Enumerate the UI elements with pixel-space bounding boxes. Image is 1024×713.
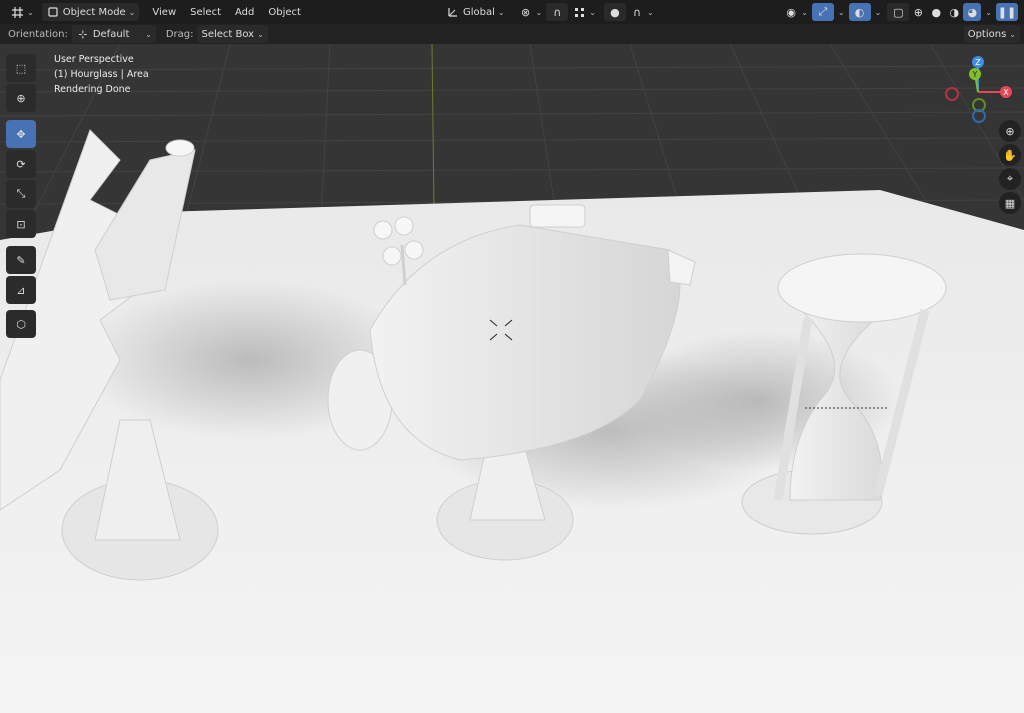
falloff-curve-icon: ∩ [632, 5, 641, 19]
add-cube-icon: ⬡ [16, 317, 26, 331]
shading-chevron-icon[interactable]: ⌄ [985, 8, 992, 17]
y-axis-label: Y [972, 70, 978, 79]
snap-toggle[interactable]: ∩ [546, 3, 569, 21]
move-icon: ✥ [16, 127, 26, 141]
shading-wireframe[interactable]: ⊕ [909, 3, 927, 21]
shading-material[interactable]: ◑ [945, 3, 963, 21]
chevron-down-icon: ⌄ [257, 29, 264, 39]
options-label: Options [967, 28, 1007, 40]
render-status-text: Rendering Done [54, 84, 131, 95]
orientation-default-icon: ⊹ [78, 27, 88, 41]
editor-type-button[interactable]: ⌄ [6, 3, 38, 21]
solid-shading-icon: ● [931, 5, 942, 19]
xray-toggle[interactable]: ▢ [887, 3, 910, 21]
menu-view[interactable]: View [145, 7, 183, 18]
pivot-point-button[interactable]: ⊗ ⌄ [515, 3, 547, 21]
tool-settings-bar: Orientation: ⊹ Default ⌄ Drag: Select Bo… [0, 24, 1024, 44]
measure-icon: ⊿ [16, 283, 26, 297]
viewport-info: User Perspective (1) Hourglass | Area Re… [54, 52, 149, 97]
tool-shelf: ⬚ ⊕ ✥ ⟳ ⤡ ⊡ ✎ ⊿ ⬡ [6, 52, 40, 340]
chevron-down-icon: ⌄ [27, 7, 34, 17]
tool-rotate[interactable]: ⟳ [6, 150, 36, 178]
orientation-icon [446, 5, 460, 19]
tool-scale[interactable]: ⤡ [6, 180, 36, 208]
menu-select[interactable]: Select [183, 7, 228, 18]
orientation-setting-dropdown[interactable]: ⊹ Default ⌄ [71, 25, 156, 43]
chevron-down-icon: ⌄ [145, 29, 152, 39]
viewport-header: ⌄ Object Mode ⌄ View Select Add Object G… [0, 0, 1024, 24]
material-shading-icon: ◑ [949, 5, 960, 19]
tool-move[interactable]: ✥ [6, 120, 36, 148]
orientation-label: Global [462, 6, 495, 18]
tool-add-cube[interactable]: ⬡ [6, 310, 36, 338]
cursor-icon: ⊕ [16, 91, 26, 105]
annotate-icon: ✎ [16, 253, 26, 267]
gizmo-chevron-icon[interactable]: ⌄ [838, 8, 845, 17]
pause-icon: ❚❚ [997, 5, 1017, 19]
editor-type-icon [10, 5, 24, 19]
gizmo-toggle[interactable]: ⤢ [811, 3, 834, 21]
gizmo-icon: ⤢ [818, 5, 828, 18]
perspective-grid-icon[interactable]: ▦ [999, 192, 1021, 214]
proportional-edit-icon: ● [610, 5, 620, 19]
menu-add[interactable]: Add [228, 7, 261, 18]
mode-dropdown[interactable]: Object Mode ⌄ [41, 3, 140, 21]
orientation-setting-value: Default [92, 28, 130, 40]
3d-viewport[interactable]: ⬚ ⊕ ✥ ⟳ ⤡ ⊡ ✎ ⊿ ⬡ User Perspective (1) H… [0, 44, 1024, 713]
z-axis-label: Z [975, 58, 981, 67]
object-mode-icon [46, 5, 60, 19]
overlays-icon: ◐ [854, 5, 865, 19]
xray-icon: ▢ [893, 5, 904, 19]
chevron-down-icon: ⌄ [589, 7, 596, 17]
tool-annotate[interactable]: ✎ [6, 246, 36, 274]
chevron-down-icon: ⌄ [646, 7, 654, 17]
drag-setting-value: Select Box [201, 28, 255, 40]
zoom-icon[interactable]: ⊕ [999, 120, 1021, 142]
tool-cursor[interactable]: ⊕ [6, 84, 36, 112]
camera-view-icon[interactable]: ⌖ [999, 168, 1021, 190]
visibility-dropdown[interactable]: ◉ ⌄ [780, 3, 812, 21]
transform-icon: ⊡ [16, 217, 26, 231]
pause-render-button[interactable]: ❚❚ [996, 3, 1018, 21]
neg-x-axis-icon[interactable] [945, 87, 959, 101]
active-object-text: (1) Hourglass | Area [54, 69, 149, 80]
tool-measure[interactable]: ⊿ [6, 276, 36, 304]
magnet-icon: ∩ [553, 5, 562, 19]
view-perspective-text: User Perspective [54, 54, 134, 65]
overlays-chevron-icon[interactable]: ⌄ [875, 8, 882, 17]
x-axis-label: X [1003, 88, 1009, 97]
wireframe-shading-icon: ⊕ [913, 5, 923, 19]
chevron-down-icon: ⌄ [1009, 29, 1016, 39]
overlays-toggle[interactable]: ◐ [848, 3, 871, 21]
transform-orientation-dropdown[interactable]: Global ⌄ [442, 3, 509, 21]
options-dropdown[interactable]: Options ⌄ [963, 25, 1020, 43]
pan-hand-icon[interactable]: ✋ [999, 144, 1021, 166]
shading-solid[interactable]: ● [927, 3, 945, 21]
falloff-dropdown[interactable]: ∩ ⌄ [626, 3, 658, 21]
snap-grid-icon [572, 5, 586, 19]
drag-setting-dropdown[interactable]: Select Box ⌄ [197, 25, 268, 43]
menu-object[interactable]: Object [261, 7, 308, 18]
shading-rendered[interactable]: ◕ [963, 3, 982, 21]
chevron-down-icon: ⌄ [535, 7, 543, 17]
tool-transform[interactable]: ⊡ [6, 210, 36, 238]
eye-icon: ◉ [786, 5, 796, 19]
snap-target-dropdown[interactable]: ⌄ [568, 3, 600, 21]
mode-label: Object Mode [62, 6, 126, 18]
chevron-down-icon: ⌄ [497, 7, 505, 17]
scale-icon: ⤡ [16, 187, 26, 200]
rendered-shading-icon: ◕ [967, 5, 978, 19]
drag-setting-label: Drag: [165, 28, 194, 40]
chevron-down-icon: ⌄ [128, 7, 136, 17]
chevron-down-icon: ⌄ [801, 7, 808, 17]
rotate-icon: ⟳ [16, 157, 26, 171]
orientation-setting-label: Orientation: [8, 28, 68, 40]
select-box-icon: ⬚ [15, 61, 27, 75]
proportional-edit-toggle[interactable]: ● [603, 3, 626, 21]
tool-select-box[interactable]: ⬚ [6, 54, 36, 82]
link-icon: ⊗ [520, 5, 531, 19]
scene-render [0, 44, 1024, 713]
